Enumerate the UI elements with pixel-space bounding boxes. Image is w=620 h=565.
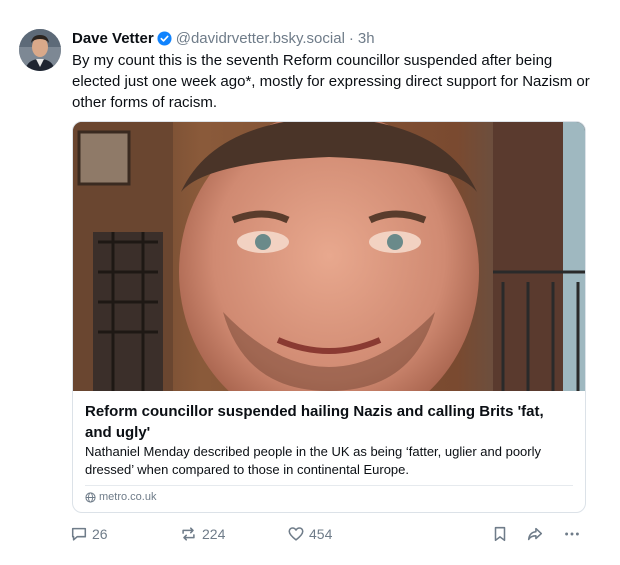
link-card-description: Nathaniel Menday described people in the…: [85, 444, 542, 477]
share-button[interactable]: [525, 522, 545, 546]
avatar-image: [19, 29, 61, 71]
author-handle[interactable]: @davidrvetter.bsky.social: [176, 30, 345, 47]
verified-badge-icon: [157, 30, 172, 46]
link-card-title[interactable]: Reform councillor suspended hailing Nazi…: [85, 401, 565, 443]
repost-icon: [182, 527, 195, 541]
more-button[interactable]: [563, 522, 581, 546]
post-text: By my count this is the seventh Reform c…: [72, 52, 590, 111]
reply-icon: [71, 527, 87, 541]
like-button[interactable]: 454: [287, 522, 332, 546]
link-card-domain: metro.co.uk: [99, 491, 157, 503]
separator-dot: ·: [348, 29, 354, 47]
link-card-divider: [85, 485, 573, 486]
globe-icon: [85, 491, 96, 503]
more-icon: [565, 532, 579, 536]
bookmark-button[interactable]: [491, 522, 509, 546]
reply-button[interactable]: 26: [70, 522, 108, 546]
link-card-image: [73, 122, 585, 391]
avatar[interactable]: [19, 29, 61, 71]
bookmark-icon: [494, 526, 506, 542]
like-count: 454: [309, 526, 333, 542]
post-actions: 26 224 454: [70, 522, 590, 546]
repost-count: 224: [202, 526, 226, 542]
post-time[interactable]: 3h: [358, 30, 375, 47]
repost-button[interactable]: 224: [179, 522, 225, 546]
link-card-source: metro.co.uk: [85, 491, 156, 503]
reply-count: 26: [92, 526, 108, 542]
link-card[interactable]: Reform councillor suspended hailing Nazi…: [72, 121, 586, 513]
share-icon: [527, 527, 543, 541]
author-name[interactable]: Dave Vetter: [72, 30, 154, 47]
post-header: Dave Vetter @davidrvetter.bsky.social · …: [72, 28, 375, 48]
heart-icon: [288, 527, 304, 541]
